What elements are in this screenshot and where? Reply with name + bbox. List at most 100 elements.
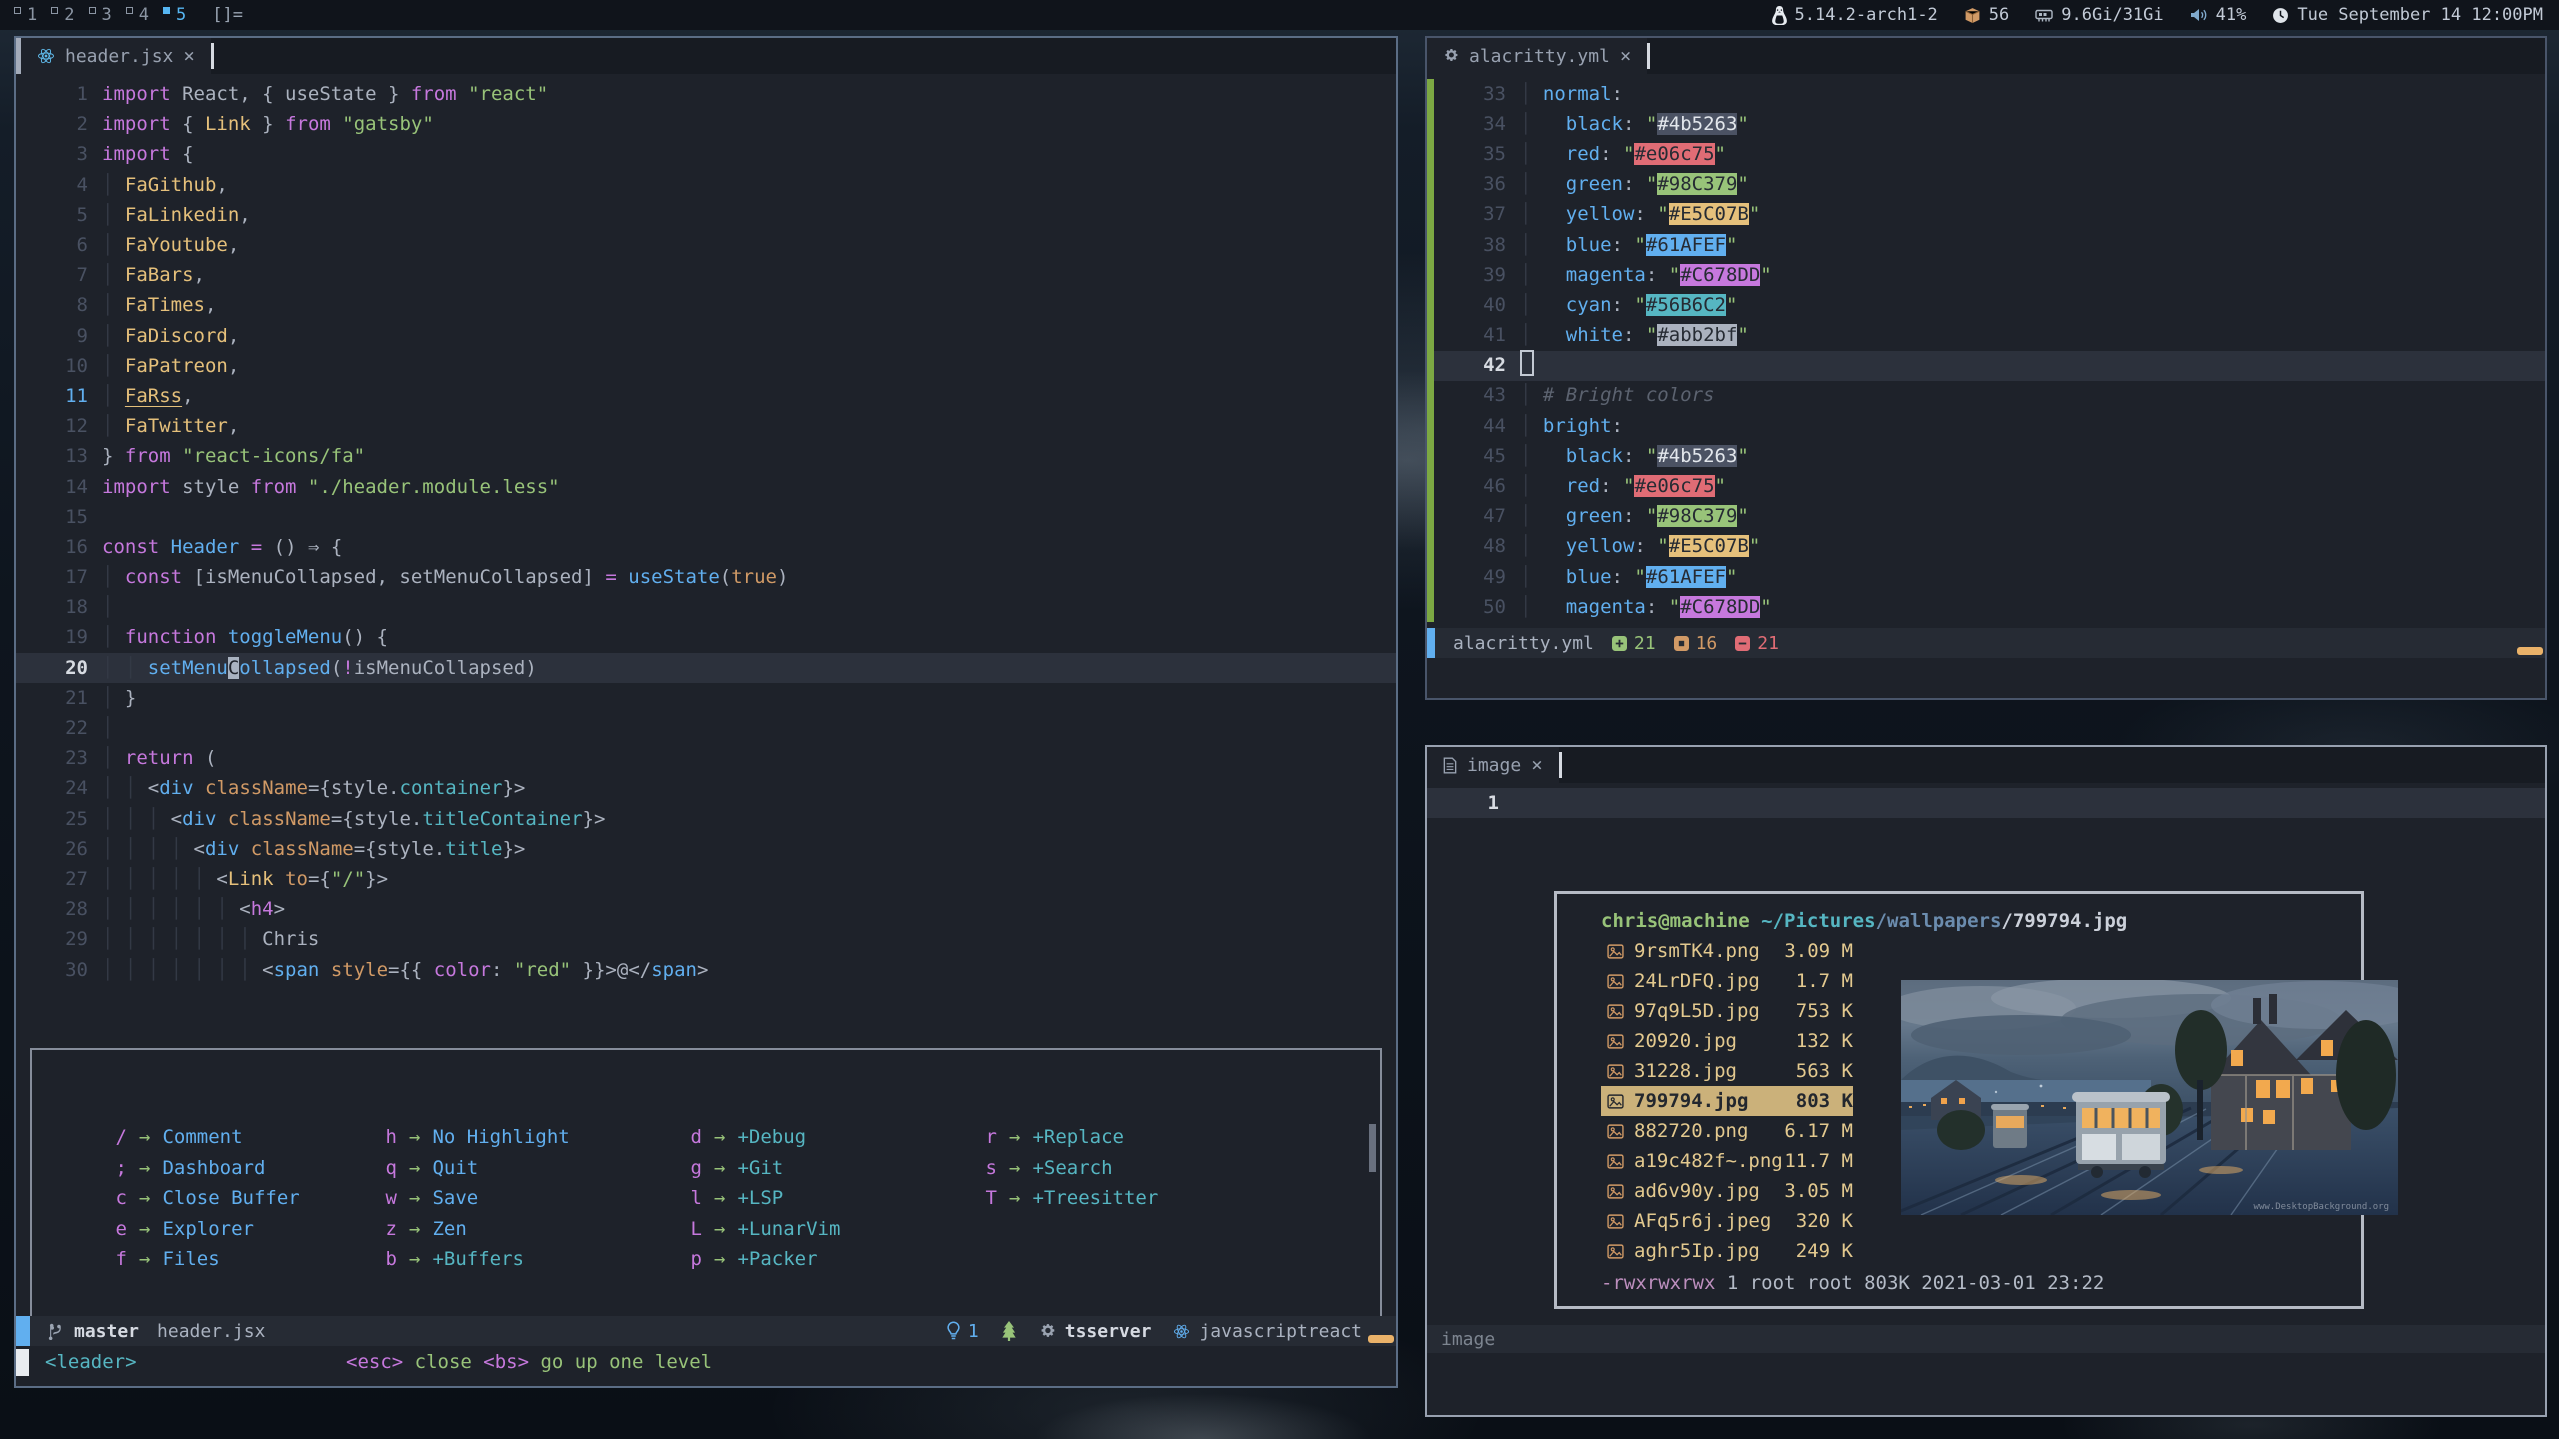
code-line[interactable]: 44│ bright:: [1427, 411, 2545, 441]
code-line[interactable]: 14import style from "./header.module.les…: [16, 471, 1396, 501]
code-line[interactable]: 13} from "react-icons/fa": [16, 441, 1396, 471]
file-row-20920.jpg[interactable]: 20920.jpg132 K: [1601, 1026, 1853, 1056]
code-line[interactable]: 43│ # Bright colors: [1427, 381, 2545, 411]
code-line[interactable]: 9│ FaDiscord,: [16, 321, 1396, 351]
code-line[interactable]: 11│ FaRss,: [16, 381, 1396, 411]
close-icon[interactable]: ×: [183, 45, 194, 67]
code-line[interactable]: 30│ │ │ │ │ │ │ <span style={{ color: "r…: [16, 954, 1396, 984]
workspace-2[interactable]: 2: [51, 5, 74, 25]
code-line[interactable]: 35│ red: "#e06c75": [1427, 139, 2545, 169]
image-code-area[interactable]: 1 chris@machine ~/Pictures/wallpapers/79…: [1427, 783, 2545, 1325]
code-line[interactable]: 47│ green: "#98C379": [1427, 502, 2545, 532]
code-line[interactable]: 24│ │ <div className={style.container}>: [16, 773, 1396, 803]
code-text: │ │ │ │ │ │ │ Chris: [102, 928, 319, 950]
code-line[interactable]: 37│ yellow: "#E5C07B": [1427, 200, 2545, 230]
code-line[interactable]: 6│ FaYoutube,: [16, 230, 1396, 260]
code-line[interactable]: 7│ FaBars,: [16, 260, 1396, 290]
code-line[interactable]: 28│ │ │ │ │ │ <h4>: [16, 894, 1396, 924]
file-size: 3.09 M: [1784, 940, 1853, 962]
code-line[interactable]: 36│ green: "#98C379": [1427, 170, 2545, 200]
file-row-a19c482f~.png[interactable]: a19c482f~.png11.7 M: [1601, 1146, 1853, 1176]
code-line[interactable]: 29│ │ │ │ │ │ │ Chris: [16, 924, 1396, 954]
binding-label: Dashboard: [162, 1157, 265, 1179]
line-number: 1: [1427, 792, 1513, 814]
code-line[interactable]: 21│ }: [16, 683, 1396, 713]
code-line[interactable]: 23│ return (: [16, 743, 1396, 773]
file-row-799794.jpg[interactable]: 799794.jpg803 K: [1601, 1086, 1853, 1116]
file-row-aghr5Ip.jpg[interactable]: aghr5Ip.jpg249 K: [1601, 1236, 1853, 1266]
code-line[interactable]: 16const Header = () ⇒ {: [16, 532, 1396, 562]
code-line[interactable]: 27│ │ │ │ │ <Link to={"/"}>: [16, 864, 1396, 894]
code-line[interactable]: 38│ blue: "#61AFEF": [1427, 230, 2545, 260]
code-line[interactable]: 48│ yellow: "#E5C07B": [1427, 532, 2545, 562]
code-line[interactable]: 25│ │ │ <div className={style.titleConta…: [16, 804, 1396, 834]
file-row-9rsmTK4.png[interactable]: 9rsmTK4.png3.09 M: [1601, 936, 1853, 966]
editor-window-alacritty: alacritty.yml × 33│ normal:34│ black: "#…: [1425, 36, 2547, 700]
which-key-binding-r: r→+Replace: [982, 1122, 1380, 1153]
code-line[interactable]: 22│: [16, 713, 1396, 743]
workspace-5[interactable]: 5: [163, 5, 186, 25]
tray-module-clock[interactable]: Tue September 14 12:00PM: [2272, 5, 2543, 25]
code-line[interactable]: 19│ function toggleMenu() {: [16, 622, 1396, 652]
code-line[interactable]: 10│ FaPatreon,: [16, 351, 1396, 381]
code-line[interactable]: 18│: [16, 592, 1396, 622]
tab-image[interactable]: image ×: [1427, 747, 1559, 783]
git-branch-name[interactable]: master: [74, 1321, 139, 1342]
file-row-AFq5r6j.jpeg[interactable]: AFq5r6j.jpeg320 K: [1601, 1206, 1853, 1236]
code-line[interactable]: 4│ FaGithub,: [16, 170, 1396, 200]
close-icon[interactable]: ×: [1531, 754, 1542, 776]
file-row-97q9L5D.jpg[interactable]: 97q9L5D.jpg753 K: [1601, 996, 1853, 1026]
tray-module-package[interactable]: 56: [1964, 5, 2009, 25]
code-line[interactable]: 17│ const [isMenuCollapsed, setMenuColla…: [16, 562, 1396, 592]
code-line[interactable]: 41│ white: "#abb2bf": [1427, 321, 2545, 351]
file-row-ad6v90y.jpg[interactable]: ad6v90y.jpg3.05 M: [1601, 1176, 1853, 1206]
line-number: 14: [16, 476, 102, 498]
left-code-area[interactable]: 1import React, { useState } from "react"…: [16, 74, 1396, 1316]
code-line[interactable]: 20│ │ setMenuCollapsed(!isMenuCollapsed): [16, 653, 1396, 683]
workspace-3[interactable]: 3: [89, 5, 112, 25]
code-text: │ yellow: "#E5C07B": [1520, 199, 1760, 230]
tab-header-jsx[interactable]: header.jsx ×: [21, 38, 211, 74]
code-line[interactable]: 39│ magenta: "#C678DD": [1427, 260, 2545, 290]
binding-label: +Packer: [737, 1248, 817, 1270]
tab-alacritty-yml[interactable]: alacritty.yml ×: [1427, 38, 1647, 74]
code-line[interactable]: 3import {: [16, 139, 1396, 169]
alacritty-code-area[interactable]: 33│ normal:34│ black: "#4b5263"35│ red: …: [1427, 74, 2545, 628]
code-line[interactable]: 42: [1427, 351, 2545, 381]
code-line[interactable]: 1import React, { useState } from "react": [16, 79, 1396, 109]
code-line[interactable]: 15: [16, 502, 1396, 532]
tray-module-penguin[interactable]: 5.14.2-arch1-2: [1772, 5, 1938, 25]
close-icon[interactable]: ×: [1620, 45, 1631, 67]
code-line[interactable]: 40│ cyan: "#56B6C2": [1427, 290, 2545, 320]
code-line[interactable]: 2import { Link } from "gatsby": [16, 109, 1396, 139]
code-line[interactable]: 12│ FaTwitter,: [16, 411, 1396, 441]
code-line[interactable]: 45│ black: "#4b5263": [1427, 441, 2545, 471]
left-cmdline[interactable]: <leader> <esc> close <bs> go up one leve…: [16, 1346, 1396, 1378]
which-key-binding-h: h→No Highlight: [382, 1122, 687, 1153]
which-key-binding-L: L→+LunarVim: [687, 1214, 982, 1245]
file-row-24LrDFQ.jpg[interactable]: 24LrDFQ.jpg1.7 M: [1601, 966, 1853, 996]
code-line[interactable]: 33│ normal:: [1427, 79, 2545, 109]
code-line[interactable]: 49│ blue: "#61AFEF": [1427, 562, 2545, 592]
code-line[interactable]: 1: [1427, 788, 2545, 818]
code-line[interactable]: 5│ FaLinkedin,: [16, 200, 1396, 230]
tray-module-memory[interactable]: 9.6Gi/31Gi: [2035, 5, 2163, 25]
arrow-icon: →: [702, 1187, 737, 1209]
workspace-4[interactable]: 4: [126, 5, 149, 25]
diagnostic-hint-count[interactable]: 1: [968, 1321, 979, 1342]
which-key-scrollbar[interactable]: [1369, 1124, 1376, 1172]
code-line[interactable]: 8│ FaTimes,: [16, 290, 1396, 320]
workspace-1[interactable]: 1: [14, 5, 37, 25]
code-line[interactable]: 26│ │ │ │ <div className={style.title}>: [16, 834, 1396, 864]
image-file-icon: [1607, 1124, 1624, 1139]
workspace-dot-icon: [51, 7, 58, 14]
code-line[interactable]: 50│ magenta: "#C678DD": [1427, 592, 2545, 622]
file-row-31228.jpg[interactable]: 31228.jpg563 K: [1601, 1056, 1853, 1086]
tray-module-volume[interactable]: 41%: [2190, 5, 2247, 25]
color-swatch: #E5C07B: [1669, 203, 1749, 225]
code-line[interactable]: 34│ black: "#4b5263": [1427, 109, 2545, 139]
code-line[interactable]: 46│ red: "#e06c75": [1427, 471, 2545, 501]
file-row-882720.png[interactable]: 882720.png6.17 M: [1601, 1116, 1853, 1146]
file-size: 132 K: [1796, 1030, 1853, 1052]
code-text: │ │ │ │ <div className={style.title}>: [102, 838, 525, 860]
